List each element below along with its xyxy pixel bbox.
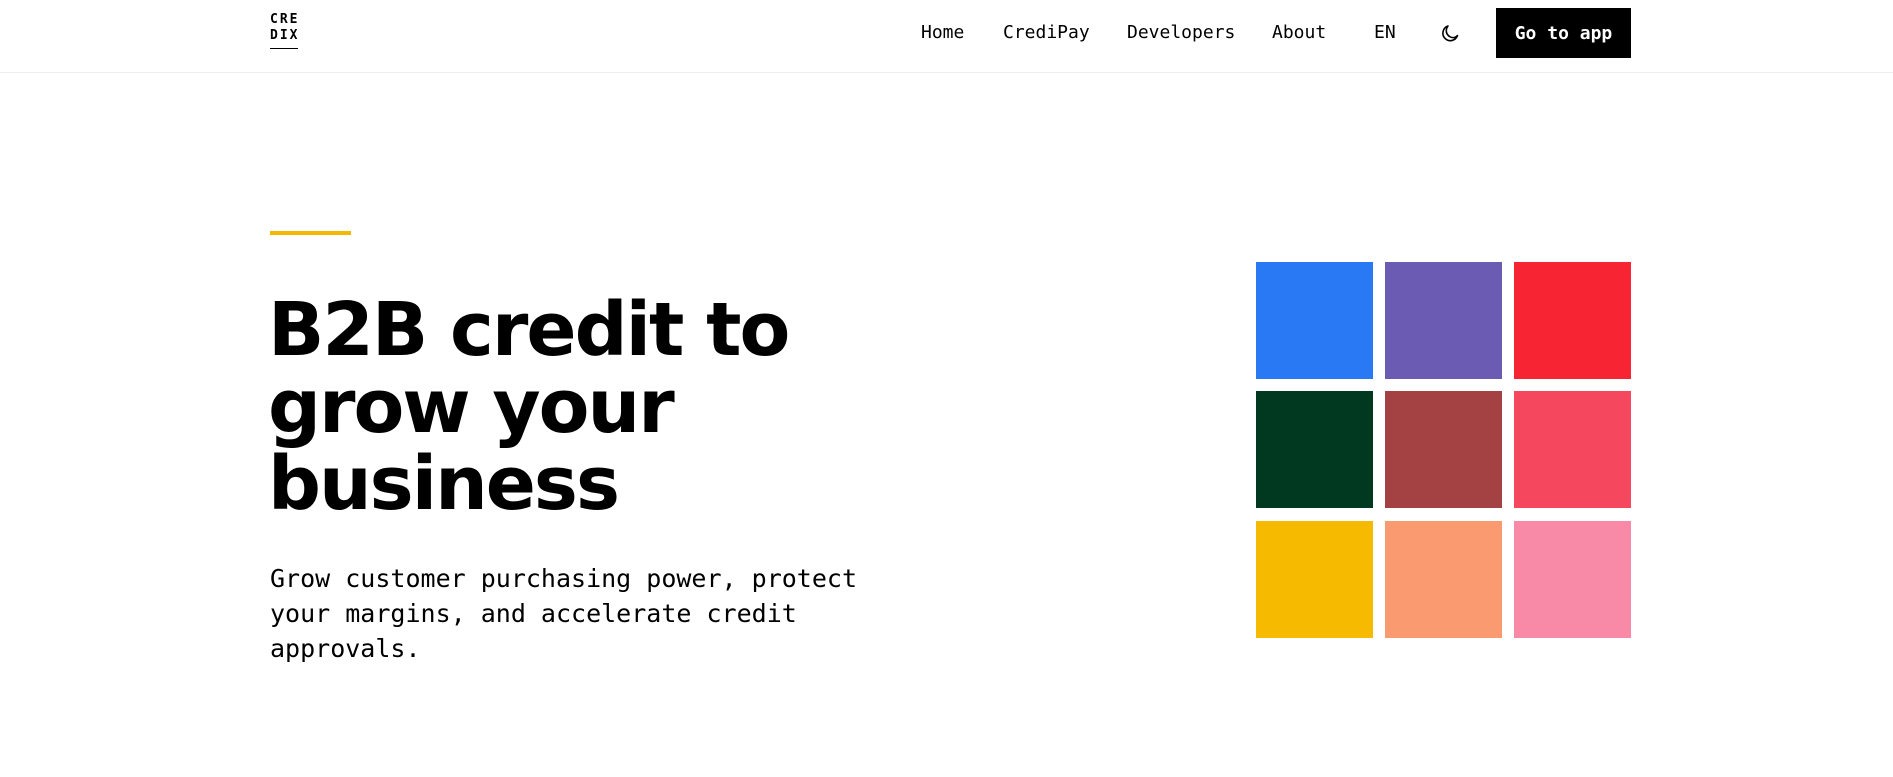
logo-underline — [270, 48, 298, 49]
go-to-app-button[interactable]: Go to app — [1496, 8, 1631, 58]
subhead-line-1: Grow customer purchasing power, protect — [270, 564, 857, 593]
color-tile — [1385, 262, 1502, 379]
headline-line-2: grow your — [268, 364, 675, 450]
hero-subheading: Grow customer purchasing power, protect … — [270, 561, 890, 666]
credix-logo[interactable]: CRE DIX — [270, 12, 299, 49]
accent-line — [270, 231, 351, 235]
color-tile — [1514, 262, 1631, 379]
logo-line-2: DIX — [270, 28, 300, 43]
color-tile — [1385, 521, 1502, 638]
color-tile-grid — [1256, 262, 1631, 638]
headline-line-3: business — [268, 441, 620, 527]
subhead-line-2: your margins, and accelerate credit — [270, 599, 797, 628]
color-tile — [1514, 521, 1631, 638]
color-tile — [1385, 391, 1502, 508]
language-selector[interactable]: EN — [1374, 22, 1396, 43]
nav-about[interactable]: About — [1272, 22, 1326, 43]
headline-line-1: B2B credit to — [268, 287, 790, 373]
hero-headline: B2B credit to grow your business — [268, 292, 968, 523]
nav-developers[interactable]: Developers — [1127, 22, 1235, 43]
subhead-line-3: approvals. — [270, 634, 421, 663]
moon-icon[interactable] — [1440, 22, 1462, 44]
color-tile — [1256, 391, 1373, 508]
nav-credipay[interactable]: CrediPay — [1003, 22, 1090, 43]
color-tile — [1256, 262, 1373, 379]
color-tile — [1514, 391, 1631, 508]
site-header: CRE DIX Home CrediPay Developers About E… — [0, 0, 1893, 73]
logo-line-1: CRE — [270, 12, 300, 27]
nav-home[interactable]: Home — [921, 22, 964, 43]
color-tile — [1256, 521, 1373, 638]
